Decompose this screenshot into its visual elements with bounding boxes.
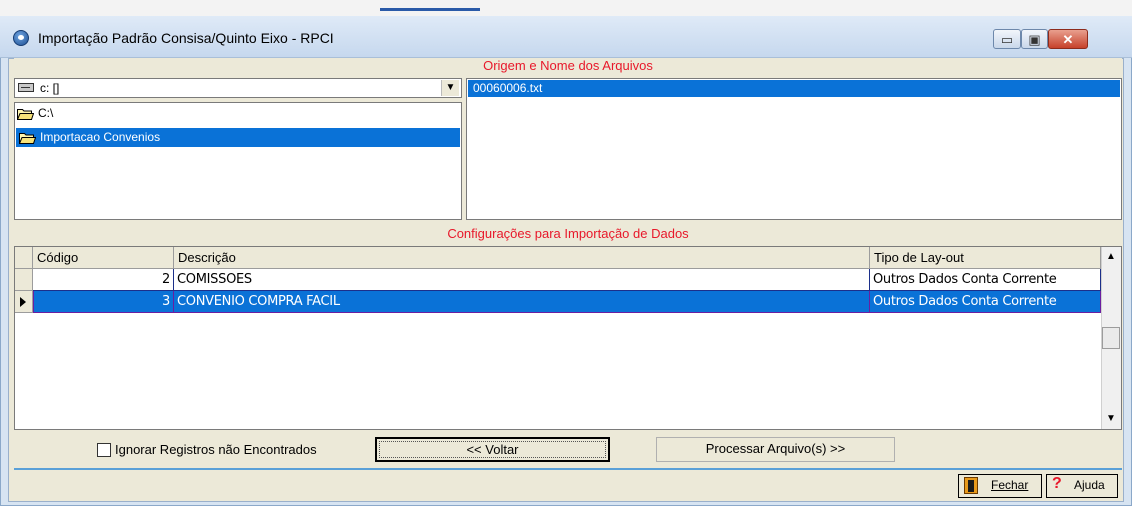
folder-open-icon xyxy=(17,108,34,120)
table-cell-tipo[interactable]: Outros Dados Conta Corrente xyxy=(870,291,1101,313)
directory-item-label: Importacao Convenios xyxy=(40,130,161,144)
window-title: Importação Padrão Consisa/Quinto Eixo - … xyxy=(38,30,334,46)
column-header-descricao[interactable]: Descrição xyxy=(174,247,870,269)
ignore-records-label[interactable]: Ignorar Registros não Encontrados xyxy=(115,442,317,457)
scroll-down-icon[interactable]: ▼ xyxy=(1102,410,1120,428)
scrollbar-thumb[interactable] xyxy=(1102,327,1120,349)
drive-select[interactable] xyxy=(14,78,462,98)
drive-select-value: c: [] xyxy=(40,81,60,95)
scroll-up-icon[interactable]: ▲ xyxy=(1102,248,1120,266)
current-row-pointer-icon xyxy=(20,297,26,307)
table-cell-descricao[interactable]: COMISSOES xyxy=(174,269,870,291)
process-files-button-label: Processar Arquivo(s) >> xyxy=(705,441,846,456)
ignore-records-checkbox[interactable] xyxy=(97,443,111,457)
help-question-icon: ? xyxy=(1052,475,1062,492)
table-cell-tipo[interactable]: Outros Dados Conta Corrente xyxy=(870,269,1101,291)
focus-rect xyxy=(379,441,606,458)
file-list[interactable] xyxy=(466,78,1122,220)
process-files-button[interactable]: Processar Arquivo(s) >> xyxy=(656,437,895,462)
close-icon: ✕ xyxy=(1062,32,1074,47)
app-icon xyxy=(13,30,29,46)
minimize-button[interactable]: ▭ xyxy=(993,29,1021,49)
close-form-button-label: Fechar xyxy=(991,478,1029,492)
back-button[interactable]: << Voltar xyxy=(375,437,610,462)
column-header-codigo[interactable]: Código xyxy=(33,247,174,269)
table-cell-codigo[interactable]: 2 xyxy=(33,269,174,291)
file-item-label: 00060006.txt xyxy=(473,81,543,95)
row-indicator[interactable] xyxy=(15,269,33,291)
table-cell-descricao[interactable]: CONVENIO COMPRA FACIL xyxy=(174,291,870,313)
drive-icon xyxy=(18,83,34,92)
top-strip-line xyxy=(380,8,480,11)
maximize-button[interactable]: ▣ xyxy=(1021,29,1048,49)
column-header-tipo[interactable]: Tipo de Lay-out xyxy=(870,247,1101,269)
top-strip xyxy=(0,0,1132,16)
maximize-icon: ▣ xyxy=(1028,32,1041,47)
exit-door-icon xyxy=(964,477,978,494)
file-item-selected[interactable] xyxy=(468,80,1120,97)
config-section-header: Configurações para Importação de Dados xyxy=(14,226,1122,244)
close-button[interactable]: ✕ xyxy=(1048,29,1088,49)
directory-item-label: C:\ xyxy=(38,106,54,120)
folder-open-icon xyxy=(19,132,36,144)
help-button-label: Ajuda xyxy=(1074,478,1105,492)
chevron-down-icon[interactable]: ▼ xyxy=(441,80,459,96)
divider xyxy=(14,468,1122,470)
minimize-icon: ▭ xyxy=(1000,32,1014,47)
files-section-header: Origem e Nome dos Arquivos xyxy=(14,58,1122,74)
table-cell-codigo[interactable]: 3 xyxy=(33,291,174,313)
grid-indicator-header xyxy=(15,247,33,269)
directory-item-root[interactable] xyxy=(16,106,460,122)
